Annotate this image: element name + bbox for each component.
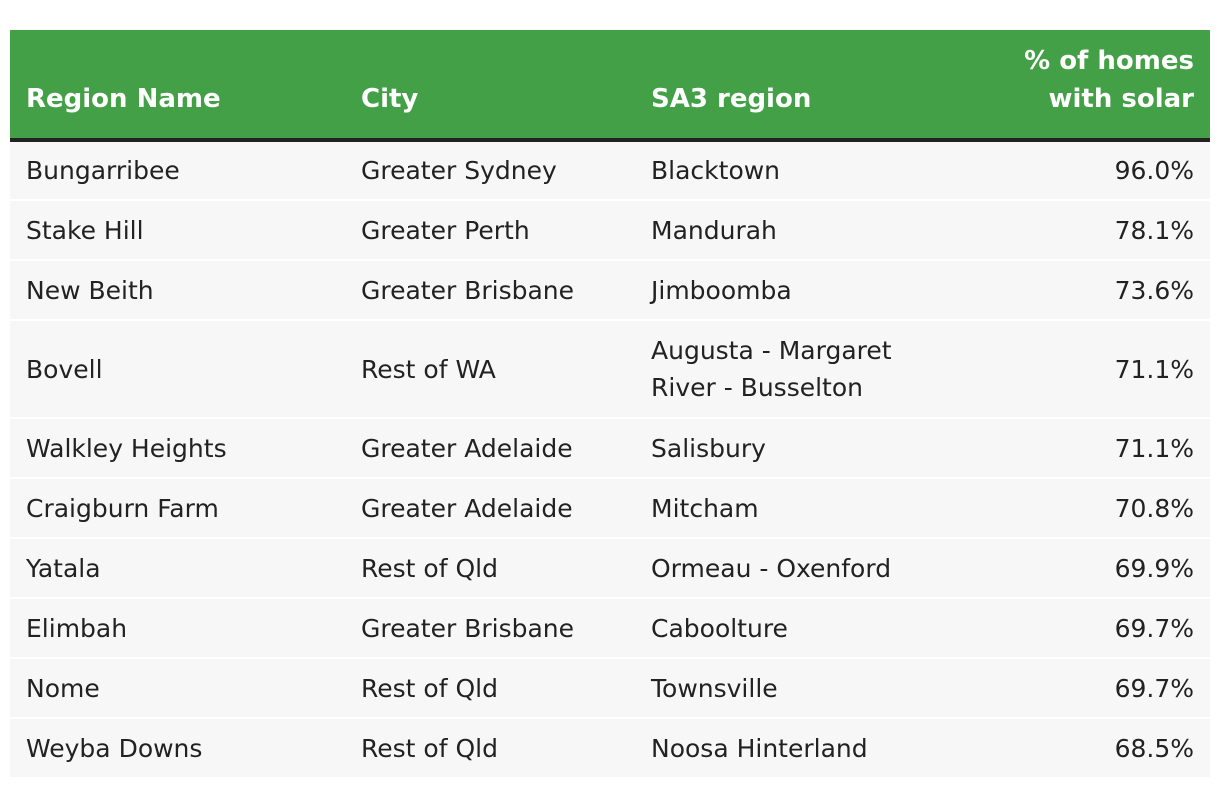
- cell-region: Bungarribee: [10, 140, 345, 201]
- cell-solar: 71.1%: [1000, 320, 1210, 419]
- cell-region: Yatala: [10, 538, 345, 599]
- cell-solar: 69.7%: [1000, 658, 1210, 719]
- cell-region: Walkley Heights: [10, 418, 345, 479]
- cell-city: Greater Adelaide: [345, 478, 635, 539]
- header-row: Region Name City SA3 region % of homes w…: [10, 30, 1210, 142]
- solar-table: Region Name City SA3 region % of homes w…: [10, 30, 1210, 779]
- cell-sa3: Mandurah: [635, 200, 1000, 261]
- header-sa3-region[interactable]: SA3 region: [635, 30, 1000, 142]
- cell-region: Craigburn Farm: [10, 478, 345, 539]
- table-body: Bungarribee Greater Sydney Blacktown 96.…: [10, 140, 1210, 779]
- cell-solar: 73.6%: [1000, 260, 1210, 321]
- cell-solar: 78.1%: [1000, 200, 1210, 261]
- table-row: Bovell Rest of WA Augusta - Margaret Riv…: [10, 320, 1210, 419]
- cell-city: Rest of WA: [345, 320, 635, 419]
- table-row: Craigburn Farm Greater Adelaide Mitcham …: [10, 478, 1210, 539]
- cell-solar: 70.8%: [1000, 478, 1210, 539]
- cell-sa3: Augusta - Margaret River - Busselton: [635, 320, 1000, 419]
- cell-solar: 71.1%: [1000, 418, 1210, 479]
- cell-sa3: Caboolture: [635, 598, 1000, 659]
- header-solar-percent[interactable]: % of homes with solar: [1000, 30, 1210, 142]
- cell-sa3: Mitcham: [635, 478, 1000, 539]
- solar-table-container: Region Name City SA3 region % of homes w…: [10, 30, 1210, 779]
- header-solar-line-1: % of homes: [1024, 46, 1194, 76]
- cell-sa3: Blacktown: [635, 140, 1000, 201]
- cell-sa3-text: Augusta - Margaret River - Busselton: [651, 336, 892, 402]
- header-city[interactable]: City: [345, 30, 635, 142]
- table-row: Stake Hill Greater Perth Mandurah 78.1%: [10, 200, 1210, 261]
- header-solar-line-2: with solar: [1048, 84, 1194, 114]
- cell-city: Greater Adelaide: [345, 418, 635, 479]
- cell-city: Greater Brisbane: [345, 598, 635, 659]
- cell-city: Greater Perth: [345, 200, 635, 261]
- cell-region: New Beith: [10, 260, 345, 321]
- cell-sa3: Salisbury: [635, 418, 1000, 479]
- table-row: Elimbah Greater Brisbane Caboolture 69.7…: [10, 598, 1210, 659]
- cell-solar: 69.9%: [1000, 538, 1210, 599]
- cell-city: Greater Sydney: [345, 140, 635, 201]
- cell-solar: 68.5%: [1000, 718, 1210, 779]
- cell-city: Rest of Qld: [345, 718, 635, 779]
- cell-region: Weyba Downs: [10, 718, 345, 779]
- table-row: Nome Rest of Qld Townsville 69.7%: [10, 658, 1210, 719]
- cell-region: Bovell: [10, 320, 345, 419]
- cell-region: Elimbah: [10, 598, 345, 659]
- table-row: Yatala Rest of Qld Ormeau - Oxenford 69.…: [10, 538, 1210, 599]
- table-header: Region Name City SA3 region % of homes w…: [10, 30, 1210, 142]
- header-region-name[interactable]: Region Name: [10, 30, 345, 142]
- cell-solar: 96.0%: [1000, 140, 1210, 201]
- cell-sa3: Jimboomba: [635, 260, 1000, 321]
- cell-city: Greater Brisbane: [345, 260, 635, 321]
- cell-city: Rest of Qld: [345, 538, 635, 599]
- cell-solar: 69.7%: [1000, 598, 1210, 659]
- table-row: Walkley Heights Greater Adelaide Salisbu…: [10, 418, 1210, 479]
- cell-region: Nome: [10, 658, 345, 719]
- table-row: New Beith Greater Brisbane Jimboomba 73.…: [10, 260, 1210, 321]
- cell-sa3: Ormeau - Oxenford: [635, 538, 1000, 599]
- table-row: Bungarribee Greater Sydney Blacktown 96.…: [10, 140, 1210, 201]
- cell-region: Stake Hill: [10, 200, 345, 261]
- cell-sa3: Noosa Hinterland: [635, 718, 1000, 779]
- cell-city: Rest of Qld: [345, 658, 635, 719]
- cell-sa3: Townsville: [635, 658, 1000, 719]
- table-row: Weyba Downs Rest of Qld Noosa Hinterland…: [10, 718, 1210, 779]
